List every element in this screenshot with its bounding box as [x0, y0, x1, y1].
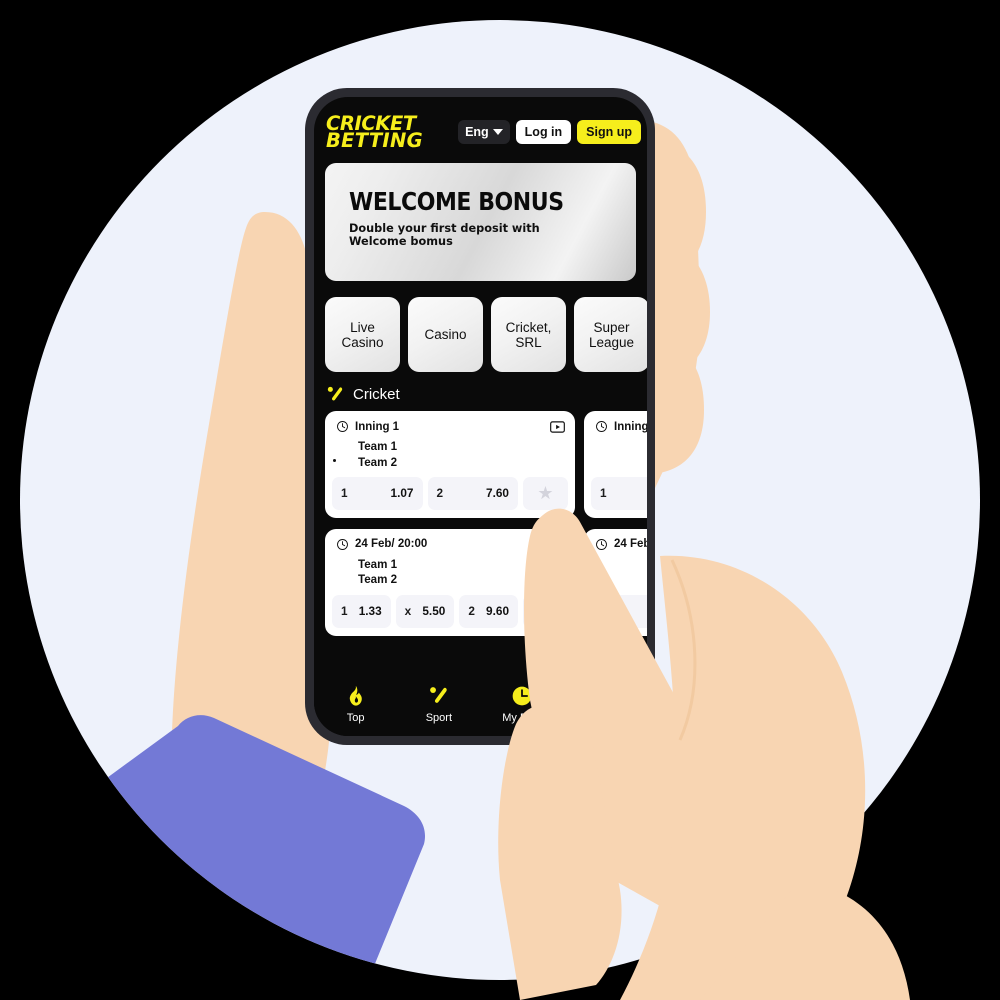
match-time: 24 Feb/ 20:00 — [355, 538, 428, 551]
match-card[interactable]: Inning 1 Team 1 Team 2 1 1.07 2 7.60 ★ — [325, 411, 575, 518]
flame-icon — [345, 685, 366, 707]
odd-button-1[interactable]: 1 — [591, 594, 647, 628]
section-title: Cricket — [353, 386, 400, 404]
live-badge-label: LIVE — [589, 688, 622, 704]
odds-row: 1 1.33 x 5.50 2 9.60 ★ — [325, 594, 575, 636]
match-time: Inning 1 — [355, 420, 400, 433]
section-header-cricket: Cricket — [326, 385, 647, 404]
match-teams: Team 1 Team 2 — [325, 433, 575, 477]
odd-button-x[interactable]: x 5.50 — [395, 594, 455, 628]
match-card[interactable]: 24 Feb/ 20:00 Team 1 Team 2 1 1.33 x 5.5… — [325, 528, 575, 636]
match-card[interactable]: 24 Feb/ 20:00 Team 1 Team 2 1 — [584, 528, 647, 636]
odds-row: 1 1.07 2 7.60 ★ — [325, 476, 575, 518]
odd-value: 1.07 — [390, 486, 414, 501]
match-time: Inning 1 — [614, 420, 647, 433]
clock-icon — [337, 421, 348, 433]
odd-key: x — [404, 604, 412, 618]
nav-label-top: Top — [346, 712, 365, 724]
live-badge-icon: LIVE — [589, 685, 622, 707]
video-stream-icon[interactable] — [550, 421, 565, 433]
match-column-1: Inning 1 Team 1 Team 2 1 1.07 2 7.60 ★ 2… — [325, 411, 575, 636]
odd-key: 2 — [468, 604, 475, 618]
odd-value: 5.50 — [422, 604, 446, 618]
match-cards-scroller[interactable]: Inning 1 Team 1 Team 2 1 1.07 2 7.60 ★ 2… — [325, 411, 647, 636]
match-card[interactable]: Inning 1 Team 1 Team 2 1 — [584, 411, 647, 518]
star-icon: ★ — [537, 483, 554, 504]
match-teams: Team 1 Team 2 — [584, 551, 647, 595]
team-1-name: Team 1 — [358, 557, 398, 571]
cricket-bat-icon — [428, 685, 450, 707]
odd-key: 1 — [341, 604, 348, 618]
cricket-bat-icon — [327, 387, 343, 401]
star-icon: ★ — [537, 601, 554, 621]
odds-row: 1 ★ — [584, 594, 647, 636]
odd-key: 1 — [600, 486, 607, 501]
signup-button[interactable]: Sign up — [577, 119, 641, 145]
clock-icon — [511, 685, 533, 707]
odd-key: 1 — [600, 604, 607, 618]
odd-button-1[interactable]: 1 1.07 — [332, 476, 423, 510]
category-chip-casino[interactable]: Casino — [408, 297, 483, 373]
team-2-name: Team 2 — [358, 573, 398, 587]
odd-value: 7.60 — [486, 486, 509, 501]
match-card-header: 24 Feb/ 20:00 — [584, 538, 647, 551]
match-time: 24 Feb/ 20:00 — [614, 538, 647, 551]
match-teams: Team 1 Team 2 — [584, 433, 647, 477]
team-1-name: Team 1 — [358, 440, 398, 454]
odd-button-1[interactable]: 1 1.33 — [332, 594, 391, 628]
scene: CRICKET BETTING Eng Log in Sign up WELCO… — [0, 0, 1000, 1000]
welcome-bonus-banner[interactable]: WELCOME BONUS Double your first deposit … — [325, 163, 636, 282]
nav-item-sport[interactable]: Sport — [402, 685, 476, 724]
phone-device: CRICKET BETTING Eng Log in Sign up WELCO… — [305, 88, 655, 745]
clock-icon — [337, 538, 348, 550]
category-chip-live-casino[interactable]: Live Casino — [325, 297, 400, 373]
odd-button-1[interactable]: 1 — [591, 476, 647, 510]
match-card-header: Inning 1 — [584, 420, 647, 433]
odd-value: 1.33 — [358, 604, 382, 618]
favorite-button[interactable]: ★ — [523, 594, 569, 628]
odd-button-2[interactable]: 2 7.60 — [427, 476, 518, 510]
header-actions: Eng Log in Sign up — [458, 119, 641, 145]
banner-title: WELCOME BONUS — [349, 187, 564, 217]
phone-screen: CRICKET BETTING Eng Log in Sign up WELCO… — [314, 97, 647, 736]
clock-icon — [596, 538, 607, 550]
nav-label-live-casino: Live Casino — [576, 712, 635, 724]
nav-label-my-bets: My Bets — [502, 712, 542, 724]
banner-subtitle: Double your first deposit with Welcome b… — [349, 222, 540, 248]
brand-logo[interactable]: CRICKET BETTING — [326, 114, 423, 153]
odd-value: 9.60 — [486, 604, 510, 618]
match-card-header: 24 Feb/ 20:00 — [325, 538, 575, 551]
language-label: Eng — [465, 124, 489, 139]
match-card-header: Inning 1 — [325, 420, 575, 433]
nav-item-live-casino[interactable]: LIVE Live Casino — [568, 685, 642, 724]
clock-icon — [596, 421, 607, 433]
bottom-navigation: Top Sport My Bets LIVE Live Casino — [314, 676, 647, 736]
category-chips[interactable]: Live Casino Casino Cricket, SRL Super Le… — [325, 297, 647, 373]
team-2-name: Team 2 — [358, 455, 398, 469]
nav-label-sport: Sport — [425, 712, 453, 724]
logo-line-2: BETTING — [326, 129, 423, 153]
category-chip-super-league[interactable]: Super League — [574, 297, 647, 373]
odds-row: 1 ★ — [584, 476, 647, 518]
nav-item-my-bets[interactable]: My Bets — [485, 685, 559, 724]
odd-key: 1 — [341, 486, 348, 501]
app-header: CRICKET BETTING Eng Log in Sign up — [314, 97, 647, 159]
match-column-2: Inning 1 Team 1 Team 2 1 — [584, 411, 647, 636]
nav-item-top[interactable]: Top — [319, 685, 393, 724]
match-teams: Team 1 Team 2 — [325, 551, 575, 595]
language-selector[interactable]: Eng — [458, 119, 510, 145]
odd-key: 2 — [436, 486, 444, 501]
category-chip-cricket-srl[interactable]: Cricket, SRL — [491, 297, 566, 373]
login-button[interactable]: Log in — [515, 119, 572, 145]
chevron-down-icon — [492, 129, 503, 136]
odd-button-2[interactable]: 2 9.60 — [459, 594, 519, 628]
favorite-button[interactable]: ★ — [523, 476, 568, 510]
